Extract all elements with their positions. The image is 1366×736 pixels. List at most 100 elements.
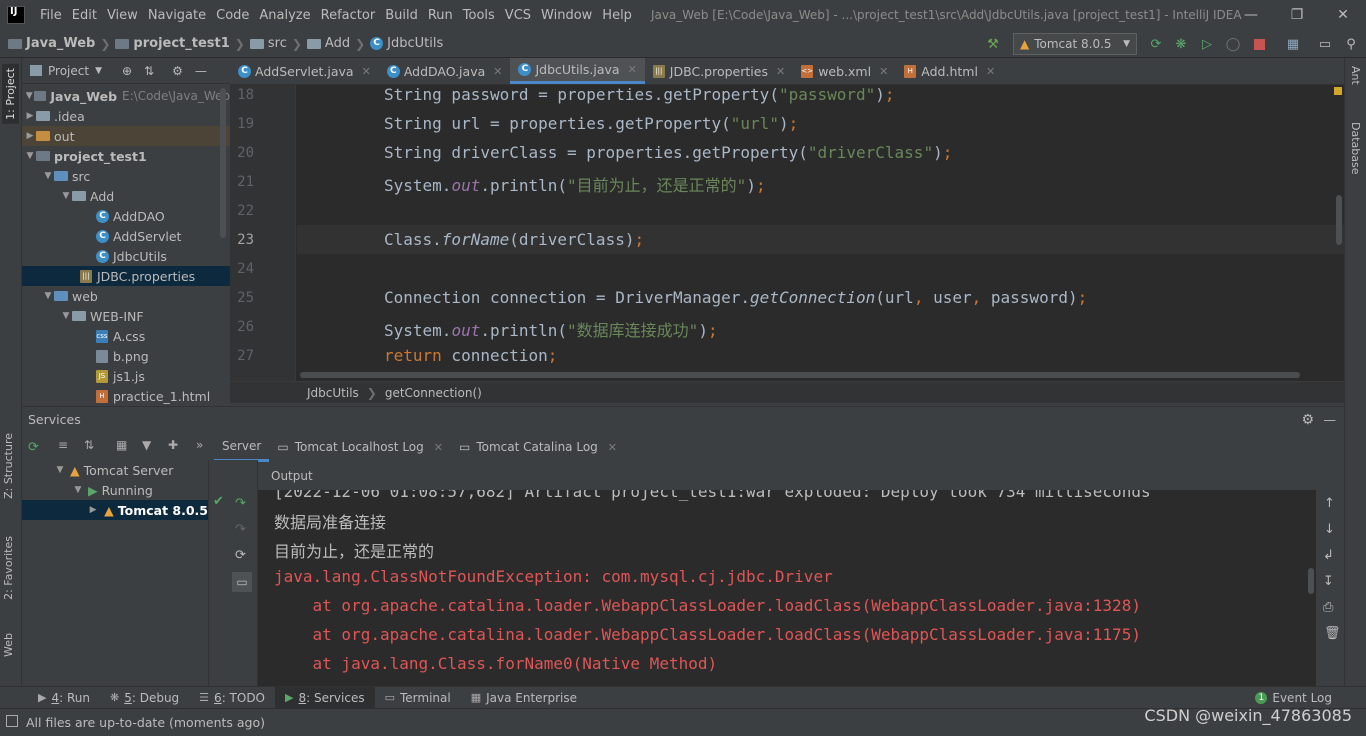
update-app-icon[interactable]: ↷: [235, 496, 246, 511]
trash-icon[interactable]: 🗑: [1324, 626, 1341, 641]
breadcrumb-src[interactable]: src: [249, 36, 287, 51]
chevron-down-icon[interactable]: ▼: [95, 66, 102, 76]
close-tab-icon[interactable]: ✕: [879, 65, 888, 78]
breadcrumb-project-test1[interactable]: project_test1: [115, 36, 230, 51]
tab-addservlet-java[interactable]: C AddServlet.java ✕: [230, 58, 379, 84]
tree-item-addservlet[interactable]: C AddServlet: [22, 226, 230, 246]
filter-icon[interactable]: ▼: [142, 438, 151, 452]
breadcrumb-method[interactable]: getConnection(): [385, 386, 482, 400]
presentation-icon[interactable]: ▭: [1316, 35, 1334, 53]
tab-tomcat-localhost-log[interactable]: ▭ Tomcat Localhost Log ✕: [269, 432, 451, 462]
tree-item-practice-1-html[interactable]: Hpractice_1.html: [22, 386, 230, 406]
tool-windows-toggle-icon[interactable]: [6, 715, 18, 727]
run-coverage-icon[interactable]: ▷: [1198, 35, 1216, 53]
tree-item-project-test1[interactable]: ▼ project_test1: [22, 146, 230, 166]
tree-item-jdbc-properties[interactable]: ||| JDBC.properties: [22, 266, 230, 286]
tree-item-web-inf[interactable]: ▼ WEB-INF: [22, 306, 230, 326]
tool-tab-web[interactable]: Web: [2, 633, 15, 657]
menu-tools[interactable]: Tools: [458, 8, 500, 23]
tool-tab-debug[interactable]: ❋ 5: Debug: [100, 687, 189, 709]
gear-icon[interactable]: ⚙: [172, 64, 183, 78]
project-structure-icon[interactable]: ▦: [1284, 35, 1302, 53]
tab-web-xml[interactable]: <> web.xml ✕: [793, 58, 896, 84]
menu-run[interactable]: Run: [423, 8, 458, 23]
menu-navigate[interactable]: Navigate: [143, 8, 211, 23]
tree-item-src[interactable]: ▼ src: [22, 166, 230, 186]
tree-item-a-css[interactable]: css A.css: [22, 326, 230, 346]
tool-tab-run[interactable]: ▶ 4: Run: [28, 687, 100, 709]
run-configuration-select[interactable]: ▲ Tomcat 8.0.5 ▼: [1013, 33, 1137, 55]
tool-tab-java-enterprise[interactable]: ▦ Java Enterprise: [461, 687, 587, 709]
close-icon[interactable]: ✕: [1320, 0, 1366, 30]
breadcrumb-java-web[interactable]: Java_Web: [8, 36, 95, 51]
expand-all-icon[interactable]: ≡: [58, 438, 68, 452]
menu-window[interactable]: Window: [536, 8, 597, 23]
service-tomcat-8-0-5[interactable]: ▶ ▲ Tomcat 8.0.5: [22, 500, 208, 520]
tab-jdbc-properties[interactable]: ||| JDBC.properties ✕: [645, 58, 793, 84]
menu-build[interactable]: Build: [380, 8, 423, 23]
close-tab-icon[interactable]: ✕: [434, 441, 443, 454]
close-tab-icon[interactable]: ✕: [628, 63, 637, 76]
tool-tab-project[interactable]: 1: Project: [2, 64, 19, 124]
console-scrollbar[interactable]: [1308, 568, 1314, 594]
collapse-all-icon[interactable]: ⇅: [84, 438, 94, 452]
close-tab-icon[interactable]: ✕: [362, 65, 371, 78]
tree-item-java-web[interactable]: ▼ Java_Web E:\Code\Java_Web: [22, 86, 230, 106]
menu-refactor[interactable]: Refactor: [316, 8, 381, 23]
debug-bug-icon[interactable]: ❋: [1172, 35, 1190, 53]
profile-icon[interactable]: ◯: [1224, 35, 1242, 53]
refresh-icon[interactable]: ⟳: [235, 548, 246, 563]
menu-view[interactable]: View: [102, 8, 143, 23]
menu-code[interactable]: Code: [211, 8, 254, 23]
project-scrollbar[interactable]: [220, 88, 226, 238]
add-service-icon[interactable]: ✚: [168, 438, 178, 452]
tree-item-jdbcutils[interactable]: C JdbcUtils: [22, 246, 230, 266]
tool-tab-ant[interactable]: Ant: [1349, 66, 1362, 85]
menu-analyze[interactable]: Analyze: [254, 8, 315, 23]
hide-panel-icon[interactable]: —: [195, 64, 207, 78]
tool-tab-database[interactable]: Database: [1349, 122, 1362, 175]
editor-vertical-scrollbar[interactable]: [1336, 195, 1342, 245]
tree-item-out[interactable]: ▶ out: [22, 126, 230, 146]
close-tab-icon[interactable]: ✕: [493, 65, 502, 78]
tool-tab-structure[interactable]: Z: Structure: [2, 433, 15, 499]
console-toggle-icon[interactable]: ▭: [232, 572, 252, 592]
tree-item-adddao[interactable]: C AddDAO: [22, 206, 230, 226]
more-icon[interactable]: »: [196, 438, 203, 452]
tool-tab-favorites[interactable]: 2: Favorites: [2, 536, 15, 600]
rerun-icon[interactable]: ⟳: [1147, 35, 1165, 53]
rerun-icon[interactable]: ⟳: [28, 440, 39, 455]
arrow-down-icon[interactable]: ↓: [1324, 522, 1335, 537]
warning-marker-icon[interactable]: [1334, 87, 1342, 95]
service-tomcat-server[interactable]: ▼ ▲ Tomcat Server: [22, 460, 208, 480]
tab-add-html[interactable]: H Add.html ✕: [896, 58, 1003, 84]
tool-tab-todo[interactable]: ☰ 6: TODO: [189, 687, 275, 709]
scroll-to-end-icon[interactable]: ↧: [1323, 574, 1334, 589]
breadcrumb-class[interactable]: JdbcUtils: [307, 386, 359, 400]
locate-file-icon[interactable]: ⊕: [122, 64, 132, 78]
menu-edit[interactable]: Edit: [67, 8, 102, 23]
redeploy-icon[interactable]: ↷: [235, 522, 246, 537]
soft-wrap-icon[interactable]: ↲: [1323, 548, 1334, 563]
stop-icon[interactable]: [1250, 35, 1268, 53]
tool-tab-services[interactable]: ▶ 8: Services: [275, 686, 375, 709]
tree-item-web[interactable]: ▼ web: [22, 286, 230, 306]
tab-tomcat-catalina-log[interactable]: ▭ Tomcat Catalina Log ✕: [451, 432, 625, 462]
tab-adddao-java[interactable]: C AddDAO.java ✕: [379, 58, 511, 84]
close-tab-icon[interactable]: ✕: [776, 65, 785, 78]
console-output[interactable]: [2022-12-06 01:08:57,682] Artifact proje…: [258, 490, 1316, 686]
collapse-all-icon[interactable]: ⇅: [144, 64, 154, 78]
service-running[interactable]: ▼ ▶ Running: [22, 480, 208, 500]
project-panel-title[interactable]: Project: [48, 64, 89, 78]
search-everywhere-icon[interactable]: ⚲: [1342, 35, 1360, 53]
group-by-icon[interactable]: ▦: [116, 438, 127, 452]
menu-help[interactable]: Help: [597, 8, 637, 23]
editor-horizontal-scrollbar[interactable]: [300, 372, 1300, 378]
close-tab-icon[interactable]: ✕: [986, 65, 995, 78]
minimize-icon[interactable]: —: [1228, 0, 1274, 30]
tab-server[interactable]: Server: [214, 432, 270, 462]
print-icon[interactable]: ⎙: [1323, 600, 1333, 615]
menu-vcs[interactable]: VCS: [500, 8, 536, 23]
restore-icon[interactable]: ❐: [1274, 0, 1320, 30]
tree-item-add[interactable]: ▼ Add: [22, 186, 230, 206]
